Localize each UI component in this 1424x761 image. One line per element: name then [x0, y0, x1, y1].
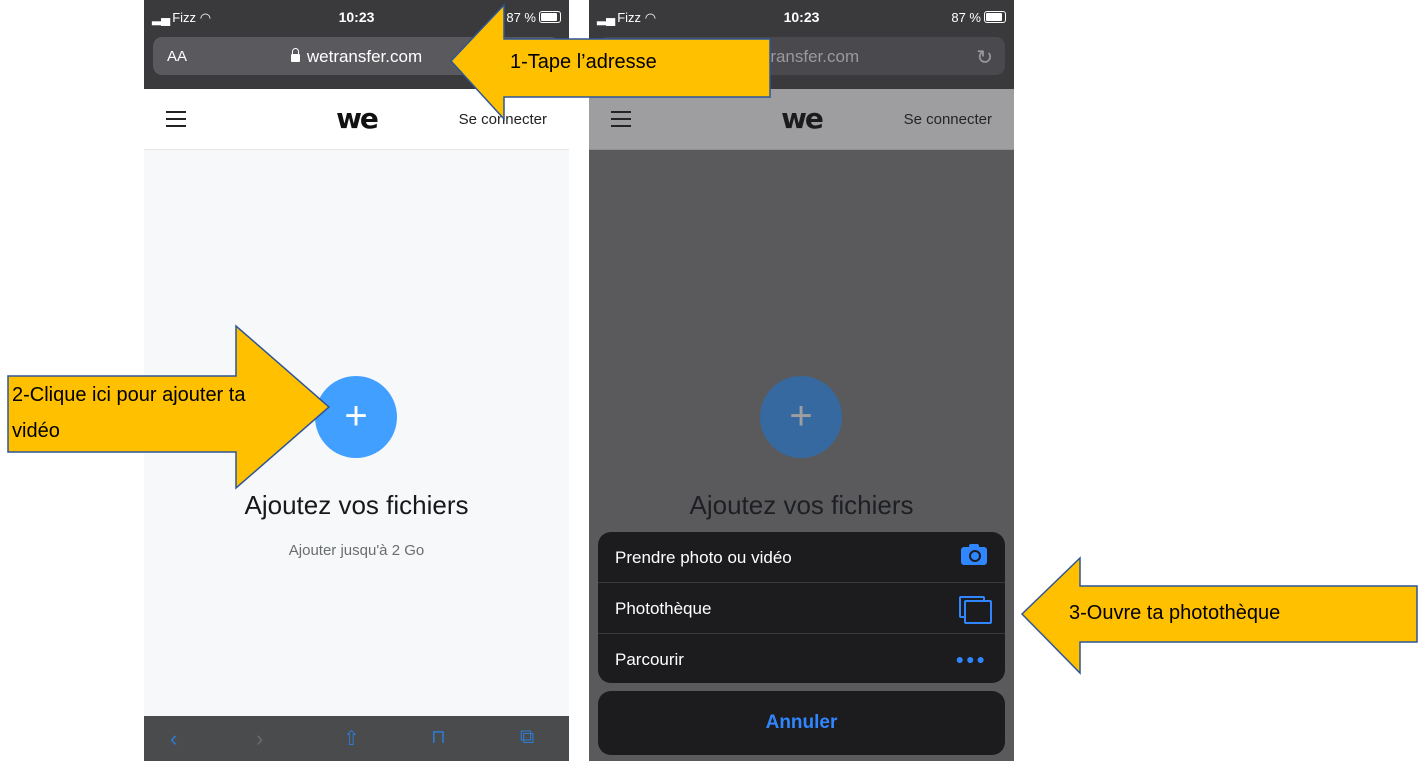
- cancel-button[interactable]: Annuler: [598, 691, 1005, 755]
- option-label: Photothèque: [615, 599, 712, 618]
- lock-icon: [290, 48, 300, 62]
- step2-label-line2: vidéo: [12, 420, 60, 442]
- action-sheet: Prendre photo ou vidéo Photothèque Parco…: [598, 532, 1005, 683]
- share-icon[interactable]: ⇧: [343, 726, 360, 751]
- url-text[interactable]: wetransfer.com: [307, 47, 422, 66]
- photo-library-icon: [959, 596, 992, 624]
- more-icon: ●●●: [955, 651, 987, 667]
- step3-label: 3-Ouvre ta photothèque: [1069, 602, 1281, 624]
- step2-label-line1: 2-Clique ici pour ajouter ta: [12, 384, 246, 406]
- bookmarks-icon[interactable]: ⊓: [431, 726, 446, 749]
- step1-label: 1-Tape l’adresse: [510, 51, 657, 73]
- back-icon[interactable]: ‹: [170, 726, 177, 752]
- step1-annotation-arrow: 1-Tape l’adresse: [449, 3, 774, 121]
- reload-icon[interactable]: ↻: [976, 45, 993, 70]
- browser-toolbar: ‹ › ⇧ ⊓ ⧉: [144, 716, 569, 761]
- option-label: Prendre photo ou vidéo: [615, 548, 792, 567]
- step3-annotation-arrow: 3-Ouvre ta photothèque: [1020, 556, 1420, 676]
- add-files-title: Ajoutez vos fichiers: [244, 490, 469, 520]
- camera-icon: [961, 544, 987, 565]
- add-files-subtitle: Ajouter jusqu'à 2 Go: [288, 542, 425, 559]
- option-label: Parcourir: [615, 650, 684, 669]
- tabs-icon[interactable]: ⧉: [520, 726, 534, 749]
- step2-annotation-arrow: 2-Clique ici pour ajouter ta vidéo: [6, 324, 332, 490]
- photo-library-option[interactable]: Photothèque: [598, 583, 1005, 634]
- battery-icon: [984, 11, 1006, 23]
- battery-percent: 87 %: [951, 10, 981, 25]
- browse-option[interactable]: Parcourir ●●●: [598, 634, 1005, 683]
- take-photo-option[interactable]: Prendre photo ou vidéo: [598, 532, 1005, 583]
- forward-icon[interactable]: ›: [256, 726, 263, 752]
